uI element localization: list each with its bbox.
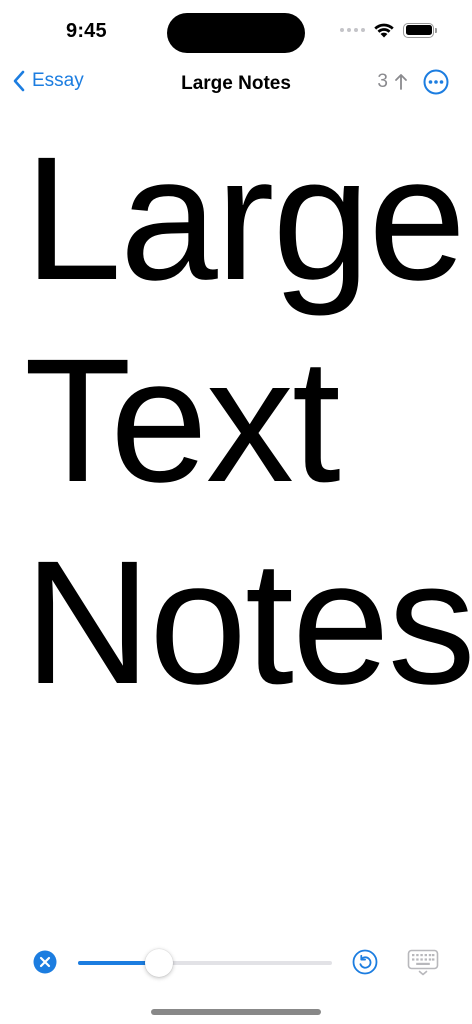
note-text-area[interactable]: Large Text Notes [24, 118, 472, 724]
keyboard-dismiss-icon[interactable] [407, 949, 439, 977]
page-count-button[interactable]: 3 [377, 71, 408, 93]
screen: 9:45 Essay Large Notes 3 Large Text Note… [0, 0, 472, 1024]
text-size-slider[interactable] [78, 949, 332, 977]
xmark-circle-icon[interactable] [33, 950, 57, 974]
cellular-signal-icon [340, 28, 365, 32]
arrow-up-icon [395, 74, 407, 90]
nav-actions: 3 [377, 68, 450, 96]
status-time: 9:45 [66, 20, 107, 42]
wifi-icon [374, 23, 394, 38]
bottom-toolbar [0, 938, 472, 988]
dynamic-island [167, 13, 305, 53]
home-indicator[interactable] [151, 1009, 321, 1015]
back-button-label: Essay [32, 70, 84, 91]
arrow-counterclockwise-circle-icon[interactable] [352, 949, 378, 975]
status-bar: 9:45 [0, 0, 472, 64]
note-line-2: Text [24, 323, 341, 519]
back-button[interactable]: Essay [12, 70, 84, 92]
battery-icon [403, 22, 437, 38]
ellipsis-circle-icon[interactable] [422, 68, 450, 96]
note-line-1: Large [24, 121, 466, 317]
status-indicators [340, 22, 437, 38]
navigation-bar: Essay Large Notes 3 [0, 64, 472, 104]
note-line-3: Notes [24, 525, 472, 721]
page-count-label: 3 [377, 71, 388, 92]
slider-thumb[interactable] [145, 949, 173, 977]
chevron-left-icon [13, 70, 25, 92]
